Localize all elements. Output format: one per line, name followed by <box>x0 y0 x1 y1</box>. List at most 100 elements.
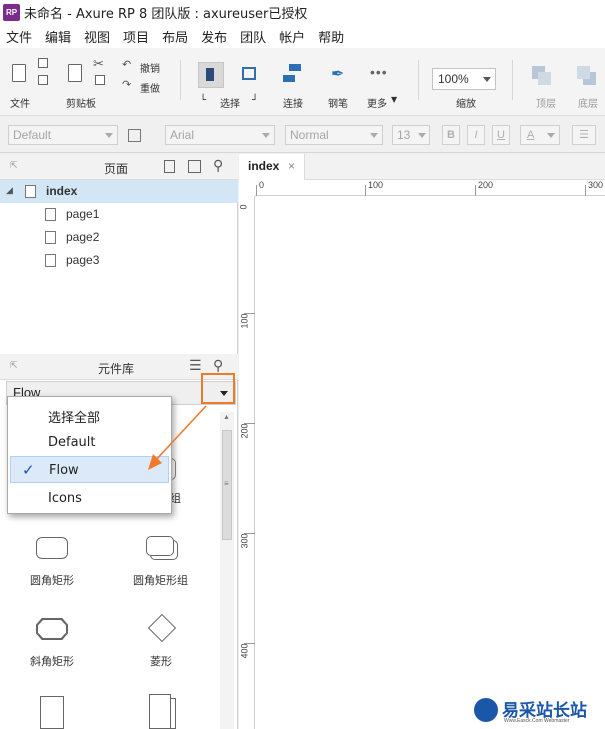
tree-item-page3[interactable]: page3 <box>0 249 238 272</box>
library-panel-title: 元件库 <box>98 362 135 376</box>
zoom-label: 缩放 <box>456 99 476 110</box>
canvas-area: index × 0 100 200 300 0 100 200 300 400 <box>239 154 605 729</box>
title-bar: RP 未命名 - Axure RP 8 团队版 : axureuser已授权 <box>0 0 605 25</box>
bring-to-front-icon[interactable] <box>532 66 552 86</box>
ruler-tick <box>256 185 257 196</box>
menu-file[interactable]: 文件 <box>6 27 32 46</box>
grip-icon: ≡ <box>224 479 229 488</box>
style-value: Default <box>13 128 52 142</box>
select-label: 选择 <box>220 99 240 110</box>
copy-icon[interactable] <box>95 75 105 85</box>
menu-project[interactable]: 项目 <box>123 27 149 46</box>
menu-publish[interactable]: 发布 <box>201 27 227 46</box>
menu-account[interactable]: 帐户 <box>279 27 305 46</box>
tree-item-page2[interactable]: page2 <box>0 226 238 249</box>
connect-label[interactable]: 连接 <box>283 95 303 110</box>
underline-button[interactable]: U <box>492 125 510 145</box>
select-contain-button[interactable] <box>236 62 262 88</box>
font-weight-select[interactable]: Normal <box>285 125 383 145</box>
font-size-select[interactable]: 13 <box>392 125 430 145</box>
collapse-icon[interactable]: ⇱ <box>10 360 18 371</box>
more-dropdown-icon[interactable]: ▼ <box>391 95 397 104</box>
style-select[interactable]: Default <box>8 125 118 145</box>
chevron-down-icon <box>418 133 426 138</box>
search-icon[interactable]: ⚲ <box>213 357 223 374</box>
ruler-label: 200 <box>239 423 250 439</box>
paste-icon[interactable] <box>68 64 82 82</box>
list-icon[interactable]: ☰ <box>572 125 596 145</box>
tab-label: index <box>248 159 280 173</box>
top-layer-label[interactable]: 顶层 <box>536 95 556 110</box>
redo-button[interactable]: 重做 <box>140 80 160 95</box>
style-edit-icon[interactable] <box>128 129 141 142</box>
font-color-button[interactable]: A <box>520 125 560 145</box>
collapse-icon[interactable]: ⇱ <box>10 160 18 171</box>
rounded-rect-group-widget[interactable] <box>146 536 174 556</box>
menu-view[interactable]: 视图 <box>84 27 110 46</box>
more-label[interactable]: 更多 <box>367 95 387 110</box>
undo-button[interactable]: 撤销 <box>140 60 160 75</box>
select-mode-button[interactable] <box>198 62 224 88</box>
document-widget[interactable] <box>40 696 64 729</box>
page-icon <box>45 254 56 267</box>
pen-label[interactable]: 钢笔 <box>328 95 348 110</box>
bevel-rect-widget[interactable] <box>36 618 68 640</box>
multi-document-widget[interactable] <box>149 694 171 729</box>
option-label: Flow <box>49 463 79 478</box>
select-bracket-left: └ <box>200 95 207 106</box>
new-file-icon[interactable] <box>12 64 26 82</box>
add-page-icon[interactable] <box>164 160 175 173</box>
check-icon: ✓ <box>22 461 35 479</box>
rounded-rect-widget[interactable] <box>36 537 68 559</box>
chevron-down-icon <box>105 133 113 138</box>
menu-icon[interactable]: ☰ <box>189 357 202 374</box>
page-icon <box>25 185 36 198</box>
format-bar: Default Arial Normal 13 B I U A ☰ <box>0 117 605 153</box>
diamond-widget[interactable] <box>147 613 177 643</box>
undo-icon[interactable]: ↶ <box>122 58 131 71</box>
font-select[interactable]: Arial <box>165 125 275 145</box>
close-icon[interactable]: × <box>288 159 295 173</box>
annotation-arrow <box>148 405 207 470</box>
pen-icon[interactable]: ✒ <box>331 64 344 84</box>
menu-help[interactable]: 帮助 <box>318 27 344 46</box>
tree-item-label: page3 <box>66 253 100 267</box>
option-icons[interactable]: Icons <box>8 485 171 512</box>
main-toolbar: 文件 ✂ 剪贴板 ↶ 撤销 ↷ 重做 └ 选择 ┘ 连接 ✒ 钢笔 ••• 更多… <box>0 48 605 116</box>
chevron-down-icon <box>262 133 270 138</box>
horizontal-ruler: 0 100 200 300 <box>255 180 605 196</box>
redo-icon[interactable]: ↷ <box>122 78 131 91</box>
window-title: 未命名 - Axure RP 8 团队版 : axureuser已授权 <box>24 7 308 22</box>
save-icon[interactable] <box>38 58 48 68</box>
zoom-select[interactable]: 100% <box>432 68 496 90</box>
ruler-tick <box>365 185 366 196</box>
connector-icon[interactable] <box>283 64 303 84</box>
add-folder-icon[interactable] <box>188 160 201 173</box>
pages-panel-title: 页面 <box>104 162 129 176</box>
ruler-label: 100 <box>368 180 384 190</box>
tree-item-page1[interactable]: page1 <box>0 203 238 226</box>
toolbar-separator <box>418 60 419 100</box>
tree-item-index[interactable]: ◢ index <box>0 180 238 203</box>
watermark-logo-icon <box>474 698 498 722</box>
menu-team[interactable]: 团队 <box>240 27 266 46</box>
send-to-back-icon[interactable] <box>577 66 597 86</box>
more-icon[interactable]: ••• <box>370 64 388 80</box>
bottom-layer-label[interactable]: 底层 <box>578 95 598 110</box>
search-icon[interactable]: ⚲ <box>213 157 223 174</box>
scroll-thumb[interactable]: ≡ <box>222 430 232 540</box>
italic-button[interactable]: I <box>467 125 485 145</box>
tree-item-label: page1 <box>66 207 100 221</box>
bold-button[interactable]: B <box>442 125 460 145</box>
menu-edit[interactable]: 编辑 <box>45 27 71 46</box>
tab-index[interactable]: index × <box>239 154 305 180</box>
expand-arrow-icon[interactable]: ◢ <box>6 185 13 196</box>
scroll-up-icon[interactable]: ▲ <box>223 414 230 421</box>
library-scrollbar[interactable]: ▲ ≡ <box>220 412 234 729</box>
page-icon <box>45 208 56 221</box>
menu-layout[interactable]: 布局 <box>162 27 188 46</box>
cut-icon[interactable]: ✂ <box>93 56 104 72</box>
font-weight-value: Normal <box>290 128 329 142</box>
zoom-dropdown-icon <box>483 77 491 82</box>
open-icon[interactable] <box>38 75 48 85</box>
